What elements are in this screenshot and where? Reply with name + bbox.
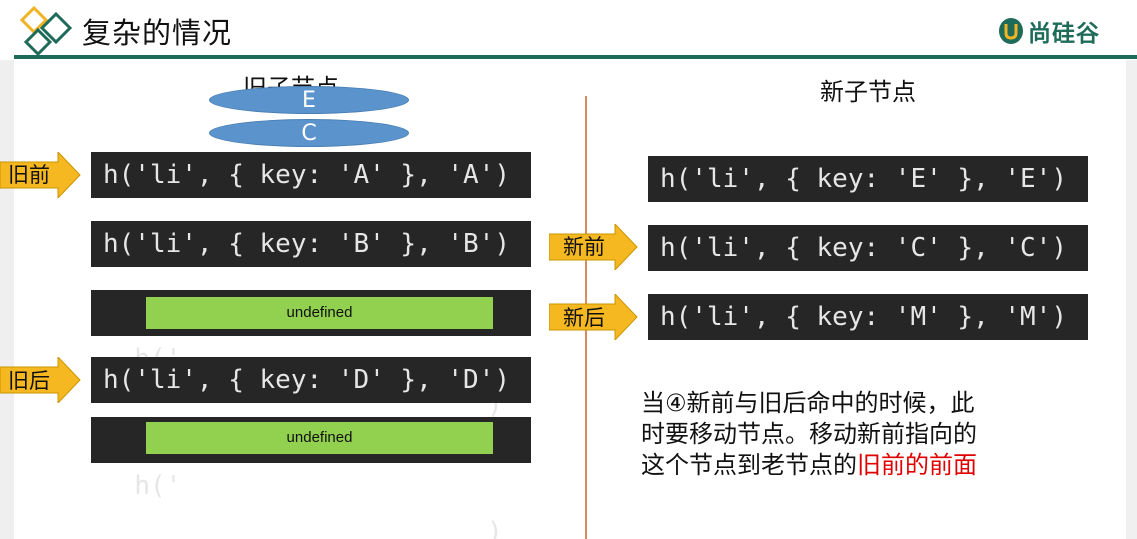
note-highlight: 旧前的前面 [857, 451, 977, 479]
old-end-label: 旧后 [8, 369, 50, 393]
undefined-overlay-2: undefined [146, 422, 493, 454]
header-divider [14, 55, 1137, 59]
note-line-2: 时要移动节点。移动新前指向的 [641, 420, 977, 448]
note-line-1: 当④新前与旧后命中的时候，此 [641, 389, 975, 417]
new-start-label: 新前 [563, 235, 605, 259]
ellipse-node-e: E [209, 86, 409, 114]
ellipse-node-c: C [209, 119, 409, 147]
brand-name: 尚硅谷 [1028, 21, 1100, 47]
right-scrollbar[interactable] [1126, 60, 1137, 539]
old-node-b: h('li', { key: 'B' }, 'B') [91, 221, 531, 267]
note-line-3: 这个节点到老节点的旧前的前面 [641, 450, 1061, 481]
note-line-3-text: 这个节点到老节点的 [641, 451, 857, 479]
page-title: 复杂的情况 [82, 16, 233, 50]
new-node-m: h('li', { key: 'M' }, 'M') [648, 294, 1088, 340]
old-node-undefined-2-tail: ) [487, 517, 503, 539]
diamond-logo-icon [20, 6, 73, 56]
old-start-label: 旧前 [8, 163, 50, 187]
old-node-d: h('li', { key: 'D' }, 'D') [91, 357, 531, 403]
explanation-note: 当④新前与旧后命中的时候，此 时要移动节点。移动新前指向的 这个节点到老节点的旧… [641, 388, 1061, 481]
undefined-overlay-1: undefined [146, 297, 493, 329]
left-margin [0, 60, 14, 539]
new-end-label: 新后 [563, 306, 605, 330]
brand-logo-icon [999, 18, 1023, 44]
new-node-c: h('li', { key: 'C' }, 'C') [648, 225, 1088, 271]
brand: 尚硅谷 [998, 14, 1100, 48]
slide-header: 复杂的情况 尚硅谷 [0, 0, 1137, 60]
new-node-e: h('li', { key: 'E' }, 'E') [648, 156, 1088, 202]
old-node-undefined-2-head: h(' [134, 471, 182, 501]
old-node-a: h('li', { key: 'A' }, 'A') [91, 152, 531, 198]
new-column-title: 新子节点 [820, 78, 916, 106]
